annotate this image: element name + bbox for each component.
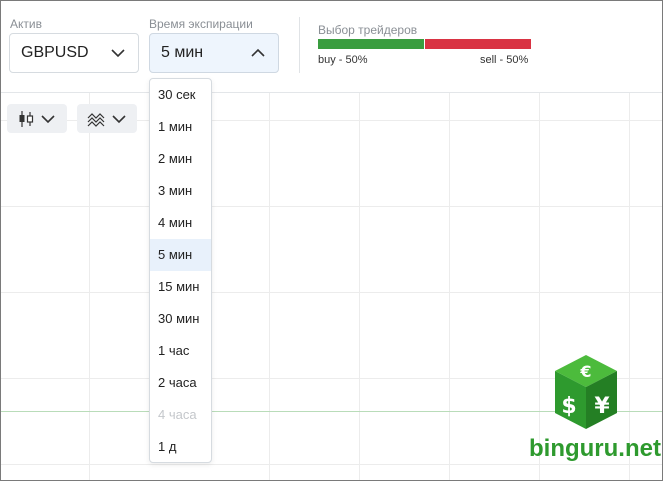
expiry-label: Время экспирации: [149, 17, 253, 31]
chevron-down-icon: [111, 49, 125, 58]
grid-line: [1, 292, 662, 293]
expiry-option[interactable]: 4 мин: [150, 207, 211, 239]
expiry-option[interactable]: 1 д: [150, 431, 211, 463]
grid-line: [89, 93, 90, 480]
svg-text:$: $: [561, 394, 576, 419]
buy-percent: buy - 50%: [318, 54, 368, 66]
expiry-option[interactable]: 3 мин: [150, 175, 211, 207]
trading-panel: Актив GBPUSD Время экспирации 5 мин Выбо…: [0, 0, 663, 481]
grid-line: [449, 93, 450, 480]
svg-text:¥: ¥: [594, 394, 610, 419]
chart-type-button[interactable]: [7, 104, 67, 133]
expiry-select[interactable]: 5 мин: [149, 33, 279, 73]
binguru-logo-icon: € $ ¥: [555, 355, 617, 429]
grid-line: [629, 93, 630, 480]
expiry-option[interactable]: 2 часа: [150, 367, 211, 399]
grid-line: [1, 206, 662, 207]
traders-label: Выбор трейдеров: [318, 23, 418, 37]
indicators-button[interactable]: [77, 104, 137, 133]
grid-line: [359, 93, 360, 480]
asset-value: GBPUSD: [21, 44, 89, 61]
chevron-down-icon: [112, 114, 126, 123]
expiry-value: 5 мин: [161, 44, 204, 61]
expiry-option[interactable]: 15 мин: [150, 271, 211, 303]
expiry-option[interactable]: 1 час: [150, 335, 211, 367]
expiry-dropdown: 30 сек 1 мин 2 мин 3 мин 4 мин 5 мин 15 …: [149, 78, 212, 463]
asset-label: Актив: [10, 17, 42, 31]
svg-text:€: €: [579, 362, 591, 381]
expiry-option-disabled: 4 часа: [158, 407, 197, 422]
expiry-option[interactable]: 2 мин: [150, 143, 211, 175]
expiry-option[interactable]: 30 сек: [150, 79, 211, 111]
chevron-up-icon: [251, 48, 265, 57]
sell-percent: sell - 50%: [480, 54, 529, 66]
grid-line: [1, 464, 662, 465]
buy-bar: [318, 39, 424, 49]
header-divider: [299, 17, 300, 73]
watermark-text: binguru.net: [529, 435, 661, 462]
candlestick-icon: [19, 110, 34, 127]
grid-line: [269, 93, 270, 480]
asset-select[interactable]: GBPUSD: [9, 33, 139, 73]
expiry-option[interactable]: 30 мин: [150, 303, 211, 335]
expiry-option[interactable]: 1 мин: [150, 111, 211, 143]
indicators-icon: [87, 112, 105, 127]
grid-line: [539, 93, 540, 480]
chevron-down-icon: [41, 114, 55, 123]
sell-bar: [425, 39, 531, 49]
expiry-option-selected[interactable]: 5 мин: [150, 239, 211, 271]
